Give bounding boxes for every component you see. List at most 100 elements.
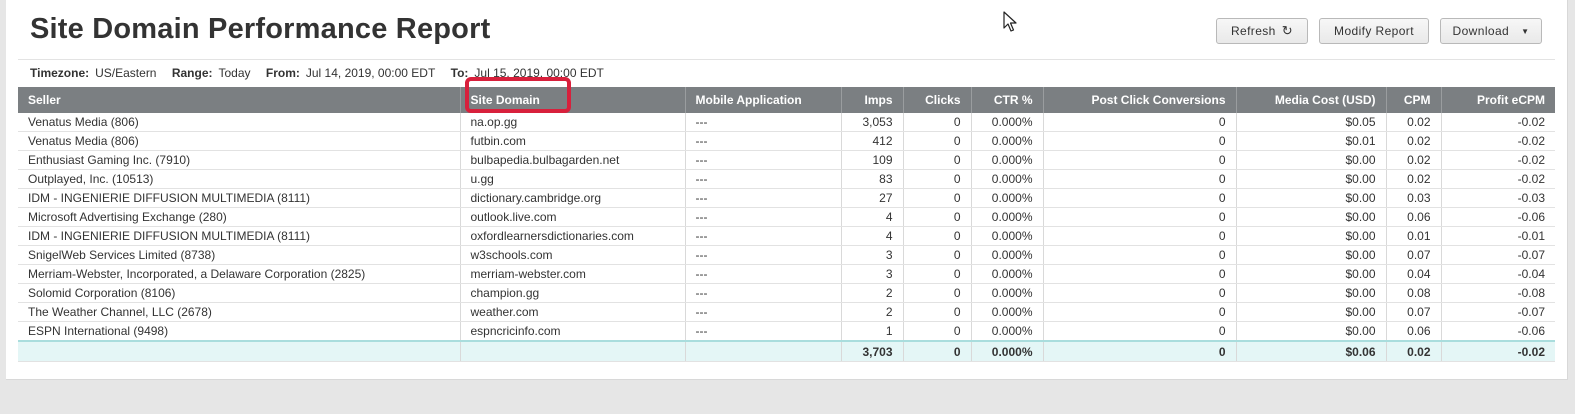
cell-mobile-application: --- (685, 302, 842, 322)
total-imps: 3,703 (841, 340, 904, 362)
table-header-row: Seller Site Domain Mobile Application Imps C… (18, 87, 1555, 113)
column-header-mobile-application[interactable]: Mobile Application (685, 87, 842, 113)
from-label: From: (265, 66, 300, 80)
cell-cpm: 0.03 (1386, 188, 1442, 208)
cell-ctr: 0.000% (971, 113, 1044, 132)
cell-clicks: 0 (903, 150, 972, 170)
cell-media-cost: $0.05 (1236, 113, 1387, 132)
cell-mobile-application: --- (685, 245, 842, 265)
refresh-icon: ↻ (1281, 23, 1294, 38)
cell-media-cost: $0.00 (1236, 207, 1387, 227)
column-header-seller[interactable]: Seller (18, 87, 461, 113)
column-header-clicks[interactable]: Clicks (903, 87, 972, 113)
total-cpm: 0.02 (1386, 340, 1442, 362)
cell-ctr: 0.000% (971, 131, 1044, 151)
cell-mobile-application: --- (685, 321, 842, 342)
cell-ctr: 0.000% (971, 188, 1044, 208)
mouse-pointer-icon (1003, 11, 1017, 32)
column-header-site-domain[interactable]: Site Domain (460, 87, 686, 113)
cell-profit-ecpm: -0.02 (1441, 169, 1555, 189)
cell-post-click-conversions: 0 (1043, 131, 1237, 151)
download-button[interactable]: Download ▼ (1440, 18, 1542, 44)
table-row: Venatus Media (806) futbin.com --- 412 0 0.00… (18, 131, 1555, 151)
column-header-ctr[interactable]: CTR % (971, 87, 1044, 113)
total-profit-ecpm: -0.02 (1441, 340, 1555, 362)
cell-mobile-application: --- (685, 264, 842, 284)
total-seller (18, 340, 461, 362)
cell-site-domain: w3schools.com (460, 245, 686, 265)
cell-clicks: 0 (903, 207, 972, 227)
cell-media-cost: $0.01 (1236, 131, 1387, 151)
cell-media-cost: $0.00 (1236, 321, 1387, 342)
cell-mobile-application: --- (685, 131, 842, 151)
cell-imps: 83 (841, 169, 904, 189)
cell-site-domain: espncricinfo.com (460, 321, 686, 342)
cell-clicks: 0 (903, 321, 972, 342)
cell-cpm: 0.04 (1386, 264, 1442, 284)
cell-profit-ecpm: -0.07 (1441, 245, 1555, 265)
column-header-cpm[interactable]: CPM (1386, 87, 1442, 113)
cell-site-domain: bulbapedia.bulbagarden.net (460, 150, 686, 170)
cell-mobile-application: --- (685, 169, 842, 189)
cell-clicks: 0 (903, 131, 972, 151)
cell-seller: Solomid Corporation (8106) (18, 283, 461, 303)
cell-post-click-conversions: 0 (1043, 321, 1237, 342)
cell-ctr: 0.000% (971, 321, 1044, 342)
refresh-button-label: Refresh (1230, 24, 1276, 38)
cell-site-domain: weather.com (460, 302, 686, 322)
column-header-imps[interactable]: Imps (841, 87, 904, 113)
table-row: IDM - INGENIERIE DIFFUSION MULTIMEDIA (8… (18, 188, 1555, 208)
cell-cpm: 0.02 (1386, 169, 1442, 189)
cell-mobile-application: --- (685, 207, 842, 227)
cell-seller: Microsoft Advertising Exchange (280) (18, 207, 461, 227)
divider (18, 59, 1555, 60)
refresh-button[interactable]: Refresh ↻ (1216, 18, 1308, 44)
cell-profit-ecpm: -0.01 (1441, 226, 1555, 246)
cell-ctr: 0.000% (971, 264, 1044, 284)
table-row: ESPN International (9498) espncricinfo.co… (18, 321, 1555, 342)
column-header-profit-ecpm[interactable]: Profit eCPM (1441, 87, 1555, 113)
cell-clicks: 0 (903, 188, 972, 208)
cell-site-domain: champion.gg (460, 283, 686, 303)
download-label: Download (1452, 24, 1510, 38)
column-header-post-click-conversions[interactable]: Post Click Conversions (1043, 87, 1237, 113)
cell-cpm: 0.07 (1386, 245, 1442, 265)
table-row: Outplayed, Inc. (10513) u.gg --- 83 0 0.000% 0… (18, 169, 1555, 189)
cell-site-domain: dictionary.cambridge.org (460, 188, 686, 208)
cell-clicks: 0 (903, 226, 972, 246)
cell-seller: SnigelWeb Services Limited (8738) (18, 245, 461, 265)
cell-post-click-conversions: 0 (1043, 113, 1237, 132)
page-title: Site Domain Performance Report (30, 13, 491, 45)
cell-cpm: 0.06 (1386, 207, 1442, 227)
cell-post-click-conversions: 0 (1043, 169, 1237, 189)
table-row: The Weather Channel, LLC (2678) weather.c… (18, 302, 1555, 322)
cell-profit-ecpm: -0.04 (1441, 264, 1555, 284)
cell-seller: IDM - INGENIERIE DIFFUSION MULTIMEDIA (8… (18, 226, 461, 246)
cell-seller: Venatus Media (806) (18, 113, 461, 132)
column-header-media-cost[interactable]: Media Cost (USD) (1236, 87, 1387, 113)
cell-media-cost: $0.00 (1236, 188, 1387, 208)
timezone-value: US/Eastern (95, 66, 157, 80)
cell-seller: The Weather Channel, LLC (2678) (18, 302, 461, 322)
table-row: IDM - INGENIERIE DIFFUSION MULTIMEDIA (8… (18, 226, 1555, 246)
cell-imps: 2 (841, 302, 904, 322)
modify-report-button[interactable]: Modify Report (1319, 18, 1429, 44)
cell-clicks: 0 (903, 245, 972, 265)
cell-media-cost: $0.00 (1236, 264, 1387, 284)
cell-cpm: 0.02 (1386, 150, 1442, 170)
to-label: To: (450, 66, 469, 80)
cell-profit-ecpm: -0.08 (1441, 283, 1555, 303)
cell-media-cost: $0.00 (1236, 302, 1387, 322)
cell-imps: 3 (841, 264, 904, 284)
cell-post-click-conversions: 0 (1043, 283, 1237, 303)
cell-profit-ecpm: -0.02 (1441, 131, 1555, 151)
cell-ctr: 0.000% (971, 169, 1044, 189)
cell-ctr: 0.000% (971, 150, 1044, 170)
cell-media-cost: $0.00 (1236, 226, 1387, 246)
cell-media-cost: $0.00 (1236, 245, 1387, 265)
cell-seller: Merriam-Webster, Incorporated, a Delawar… (18, 264, 461, 284)
cell-ctr: 0.000% (971, 283, 1044, 303)
cell-site-domain: outlook.live.com (460, 207, 686, 227)
total-post-click-conversions: 0 (1043, 340, 1237, 362)
cell-clicks: 0 (903, 283, 972, 303)
